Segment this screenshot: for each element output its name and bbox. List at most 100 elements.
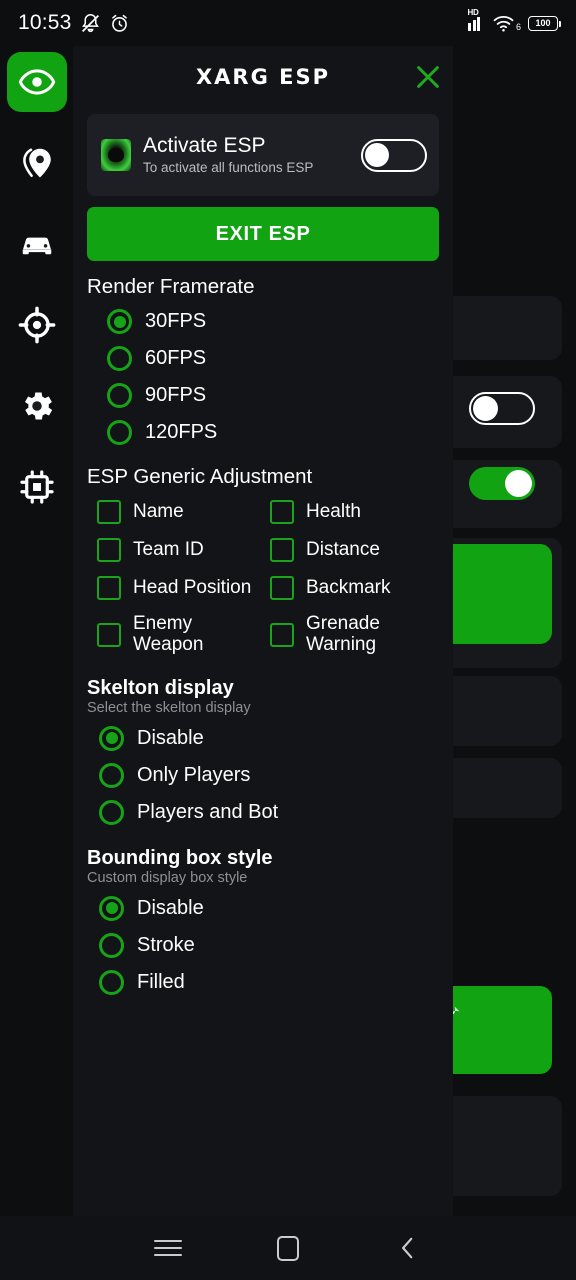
radio-option-120fps[interactable]: 120FPS: [87, 414, 439, 451]
radio-option-skelton-disable[interactable]: Disable: [87, 720, 439, 757]
location-pin-icon: [22, 148, 51, 178]
radio-label: Disable: [137, 726, 204, 749]
radio-option-30fps[interactable]: 30FPS: [87, 303, 439, 340]
status-bar-right: HD 6 100: [467, 8, 561, 32]
checkbox-option-team-id[interactable]: Team ID: [97, 531, 266, 569]
background-card: [434, 758, 562, 818]
checkbox-option-head-position[interactable]: Head Position: [97, 569, 266, 607]
radio-indicator: [99, 969, 124, 995]
checkbox-option-distance[interactable]: Distance: [270, 531, 439, 569]
close-icon[interactable]: [411, 60, 445, 94]
wifi-generation-label: 6: [515, 22, 521, 32]
section-title: ESP Generic Adjustment: [87, 465, 313, 488]
home-button[interactable]: [228, 1216, 348, 1280]
back-chevron-icon: [402, 1237, 413, 1259]
radio-indicator: [99, 932, 124, 958]
checkbox-option-health[interactable]: Health: [270, 493, 439, 531]
background-green-button[interactable]: [442, 544, 552, 644]
alarm-clock-icon: [111, 14, 127, 32]
radio-label: 120FPS: [145, 421, 218, 443]
checkbox-option-grenade-warning[interactable]: Grenade Warning: [270, 607, 439, 663]
section-subtitle: Select the skelton display: [87, 699, 251, 716]
app-logo-icon: [101, 139, 131, 171]
radio-option-skelton-only-players[interactable]: Only Players: [87, 757, 439, 794]
home-icon: [277, 1235, 299, 1261]
section-title: Render Framerate: [87, 275, 255, 298]
radio-indicator: [99, 895, 124, 921]
activate-esp-title: Activate ESP: [143, 133, 266, 157]
checkbox-indicator: [97, 622, 121, 647]
checkbox-indicator: [270, 576, 294, 600]
chip-icon: [19, 470, 54, 504]
radio-indicator: [107, 346, 132, 371]
status-bar: 10:53 HD 6 100: [0, 0, 576, 46]
checkbox-label: Health: [306, 500, 361, 522]
gear-icon: [24, 392, 52, 420]
background-tools-button[interactable]: ols: [428, 986, 552, 1074]
esp-generic-grid: Name Health Team ID Distance Head Positi…: [87, 493, 439, 663]
sidebar-item-memory[interactable]: [7, 457, 67, 517]
radio-label: 90FPS: [145, 384, 207, 406]
radio-indicator: [107, 309, 132, 334]
sidebar: [0, 46, 73, 1216]
recents-button[interactable]: [108, 1216, 228, 1280]
checkbox-indicator: [97, 500, 121, 524]
radio-indicator: [99, 762, 124, 788]
radio-indicator: [107, 420, 132, 445]
page-title: XARG ESP: [195, 65, 331, 89]
radio-option-60fps[interactable]: 60FPS: [87, 340, 439, 377]
sidebar-item-aim[interactable]: [7, 295, 67, 355]
radio-label: Only Players: [137, 763, 251, 786]
background-toggle-on[interactable]: [469, 467, 535, 500]
radio-label: 60FPS: [145, 347, 207, 369]
section-title: Skelton display: [87, 676, 234, 699]
render-framerate-section: Render Framerate 30FPS 60FPS 90FPS 120FP…: [87, 275, 439, 451]
checkbox-indicator: [270, 500, 294, 524]
radio-indicator: [99, 799, 124, 825]
panel-content: Activate ESP To activate all functions E…: [73, 114, 453, 1001]
radio-option-skelton-players-and-bot[interactable]: Players and Bot: [87, 794, 439, 831]
radio-option-box-filled[interactable]: Filled: [87, 964, 439, 1001]
phone-screen: 11 ols 10:53 HD: [0, 0, 576, 1280]
sidebar-item-settings[interactable]: [7, 376, 67, 436]
checkbox-label: Backmark: [306, 576, 391, 598]
checkbox-label: Head Position: [133, 576, 252, 598]
radio-label: Stroke: [137, 933, 195, 956]
exit-esp-button[interactable]: EXIT ESP: [87, 207, 439, 261]
sidebar-item-vehicle[interactable]: [7, 214, 67, 274]
checkbox-label: Team ID: [133, 538, 204, 560]
activate-esp-card[interactable]: Activate ESP To activate all functions E…: [87, 114, 439, 196]
recents-icon: [154, 1236, 182, 1261]
checkbox-option-backmark[interactable]: Backmark: [270, 569, 439, 607]
eye-icon: [18, 69, 55, 95]
back-button[interactable]: [348, 1216, 468, 1280]
battery-level-label: 100: [535, 17, 551, 28]
section-subtitle: Custom display box style: [87, 869, 248, 886]
toggle-knob: [505, 470, 532, 497]
wifi-icon: [493, 16, 514, 32]
radio-option-90fps[interactable]: 90FPS: [87, 377, 439, 414]
checkbox-indicator: [97, 538, 121, 562]
checkbox-indicator: [270, 622, 294, 647]
radio-option-box-stroke[interactable]: Stroke: [87, 927, 439, 964]
sidebar-item-esp[interactable]: [6, 52, 67, 112]
radio-indicator: [99, 725, 124, 751]
radio-label: 30FPS: [145, 310, 207, 332]
checkbox-option-enemy-weapon[interactable]: Enemy Weapon: [97, 607, 266, 663]
checkbox-indicator: [270, 538, 294, 562]
sidebar-item-location[interactable]: [7, 133, 67, 193]
toggle-knob: [473, 396, 498, 421]
activate-esp-texts: Activate ESP To activate all functions E…: [143, 134, 349, 177]
battery-icon: 100: [528, 15, 561, 31]
checkbox-option-name[interactable]: Name: [97, 493, 266, 531]
radio-indicator: [107, 383, 132, 408]
status-time: 10:53: [18, 11, 72, 34]
skelton-display-section: Skelton display Select the skelton displ…: [87, 677, 439, 831]
radio-option-box-disable[interactable]: Disable: [87, 890, 439, 927]
hd-label: HD: [467, 7, 479, 17]
radio-label: Disable: [137, 896, 204, 919]
esp-panel: XARG ESP Activate ESP To activate all fu…: [73, 46, 453, 1216]
background-toggle-off[interactable]: [469, 392, 535, 425]
activate-esp-toggle[interactable]: [361, 138, 427, 172]
radio-label: Filled: [137, 970, 185, 993]
